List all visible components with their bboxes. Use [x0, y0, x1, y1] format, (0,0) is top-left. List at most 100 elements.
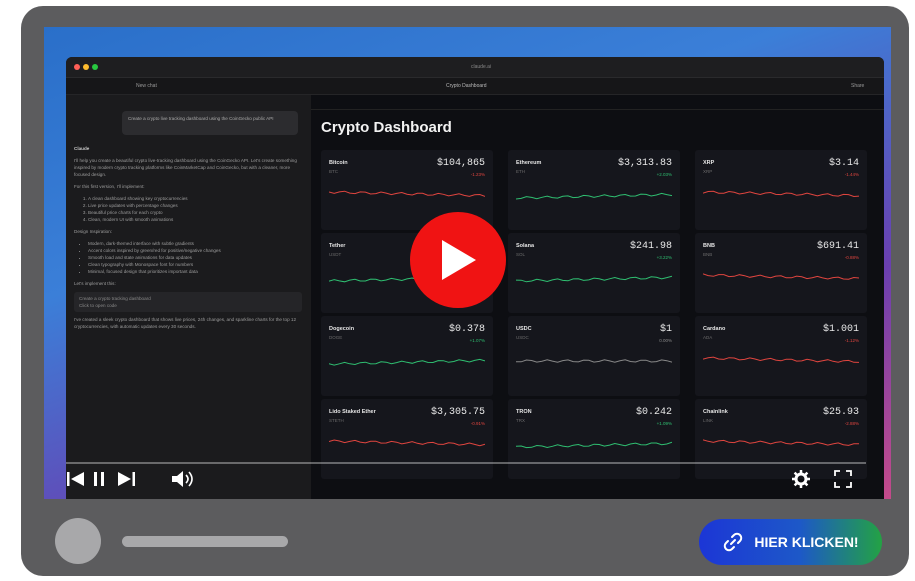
crypto-symbol: USDC	[516, 335, 529, 340]
crypto-card[interactable]: XRP XRP $3.14 -1.44%	[695, 150, 867, 230]
crypto-price: $1	[659, 324, 672, 335]
crypto-card[interactable]: Ethereum ETH $3,313.83 +2.03%	[508, 150, 680, 230]
sparkline-path	[329, 439, 485, 447]
url-bar[interactable]: claude.ai	[396, 62, 566, 72]
sparkline-path	[516, 441, 672, 449]
artifact-title: Create a crypto tracking dashboard	[79, 296, 151, 301]
text-placeholder-bar	[122, 536, 288, 547]
crypto-name: BNB	[703, 243, 715, 249]
crypto-symbol: ETH	[516, 169, 525, 174]
crypto-name: Solana	[516, 243, 535, 249]
crypto-price: $104,865	[436, 158, 485, 169]
crypto-name: Tether	[329, 243, 346, 249]
crypto-change: -0.88%	[844, 255, 859, 260]
crypto-change: +2.03%	[656, 172, 672, 177]
settings-gear-icon[interactable]	[792, 470, 810, 488]
list-item: Accent colors inspired by green/red for …	[88, 247, 302, 254]
share-button[interactable]: Share	[851, 83, 864, 89]
crypto-price: $691.41	[816, 241, 859, 252]
crypto-change: -1.23%	[470, 172, 485, 177]
sparkline-path	[703, 273, 859, 280]
crypto-symbol: SOL	[516, 252, 526, 257]
sparkline	[329, 190, 485, 197]
sparkline	[516, 359, 672, 363]
response-paragraph: For this first version, I'll implement:	[74, 184, 145, 189]
artifact-panel: Crypto Dashboard Bitcoin BTC $104,865 -1.23…	[311, 95, 884, 499]
feature-list: A clean dashboard showing key cryptocurr…	[74, 195, 302, 223]
click-here-button[interactable]: HIER KLICKEN!	[699, 519, 882, 565]
crypto-change: +3.22%	[656, 255, 672, 260]
sparkline-path	[516, 359, 672, 363]
crypto-symbol: USDT	[329, 252, 342, 257]
crypto-card[interactable]: BNB BNB $691.41 -0.88%	[695, 233, 867, 313]
crypto-change: -0.91%	[470, 421, 485, 426]
crypto-change: 0.00%	[659, 338, 672, 343]
click-here-label: HIER KLICKEN!	[754, 534, 859, 550]
sparkline	[703, 356, 859, 363]
chat-title[interactable]: Crypto Dashboard	[446, 83, 487, 89]
design-heading: Design Inspiration:	[74, 229, 113, 234]
avatar-placeholder	[55, 518, 101, 564]
crypto-card[interactable]: Cardano ADA $1.001 -1.12%	[695, 316, 867, 396]
list-item: A clean dashboard showing key cryptocurr…	[88, 195, 302, 202]
volume-icon[interactable]	[170, 470, 196, 488]
crypto-price: $3.14	[828, 158, 859, 169]
sparkline	[516, 192, 672, 200]
sparkline	[703, 439, 859, 446]
crypto-price: $25.93	[822, 407, 859, 418]
pause-icon[interactable]	[92, 470, 106, 488]
crypto-change: -1.12%	[844, 338, 859, 343]
crypto-name: Cardano	[703, 326, 726, 332]
crypto-card[interactable]: USDC USDC $1 0.00%	[508, 316, 680, 396]
crypto-change: +1.09%	[656, 421, 672, 426]
maximize-dot-icon[interactable]	[92, 64, 98, 70]
sparkline-path	[329, 190, 485, 197]
crypto-name: Ethereum	[516, 160, 542, 166]
crypto-change: -2.88%	[844, 421, 859, 426]
sparkline	[516, 275, 672, 283]
progress-bar[interactable]	[66, 462, 866, 464]
response-paragraph: I've created a sleek crypto dashboard th…	[74, 317, 297, 329]
play-button[interactable]	[410, 212, 506, 308]
sparkline	[703, 273, 859, 280]
crypto-name: Lido Staked Ether	[329, 409, 376, 415]
sparkline-path	[703, 356, 859, 363]
skip-forward-icon[interactable]	[116, 470, 136, 488]
chat-pane: Create a crypto live tracking dashboard …	[66, 95, 311, 499]
crypto-symbol: LINK	[703, 418, 714, 423]
sparkline-path	[703, 439, 859, 446]
assistant-response: Claude I'll help you create a beautiful …	[74, 145, 302, 335]
minimize-dot-icon[interactable]	[83, 64, 89, 70]
crypto-name: TRON	[516, 409, 532, 415]
design-list: Modern, dark-themed interface with subtl…	[74, 240, 302, 275]
crypto-card[interactable]: Dogecoin DOGE $0.378 +1.07%	[321, 316, 493, 396]
list-item: Smooth load and state animations for dat…	[88, 254, 302, 261]
new-chat-button[interactable]: New chat	[136, 83, 157, 89]
crypto-price: $1.001	[822, 324, 859, 335]
crypto-change: -1.44%	[844, 172, 859, 177]
crypto-price: $241.98	[629, 241, 672, 252]
artifact-subtitle: Click to open code	[79, 303, 117, 308]
skip-back-icon[interactable]	[66, 470, 86, 488]
crypto-price: $3,305.75	[430, 407, 485, 418]
close-dot-icon[interactable]	[74, 64, 80, 70]
user-prompt: Create a crypto live tracking dashboard …	[122, 111, 298, 135]
crypto-name: Bitcoin	[329, 160, 348, 166]
crypto-name: Chainlink	[703, 409, 728, 415]
fullscreen-icon[interactable]	[834, 470, 852, 488]
implement-heading: Let's implement this:	[74, 281, 116, 286]
assistant-name: Claude	[74, 146, 90, 151]
crypto-change: +1.07%	[469, 338, 485, 343]
crypto-name: XRP	[703, 160, 715, 166]
crypto-symbol: DOGE	[329, 335, 343, 340]
titlebar: claude.ai	[66, 57, 884, 78]
list-item: Live price updates with percentage chang…	[88, 202, 302, 209]
sparkline-path	[329, 358, 485, 366]
artifact-card[interactable]: Create a crypto tracking dashboard Click…	[74, 292, 302, 312]
sparkline	[703, 190, 859, 198]
list-item: Minimal, focused design that prioritizes…	[88, 268, 302, 275]
panel-header	[311, 95, 884, 110]
crypto-name: Dogecoin	[329, 326, 355, 332]
crypto-card[interactable]: Solana SOL $241.98 +3.22%	[508, 233, 680, 313]
list-item: Clean, modern UI with smooth animations	[88, 216, 302, 223]
